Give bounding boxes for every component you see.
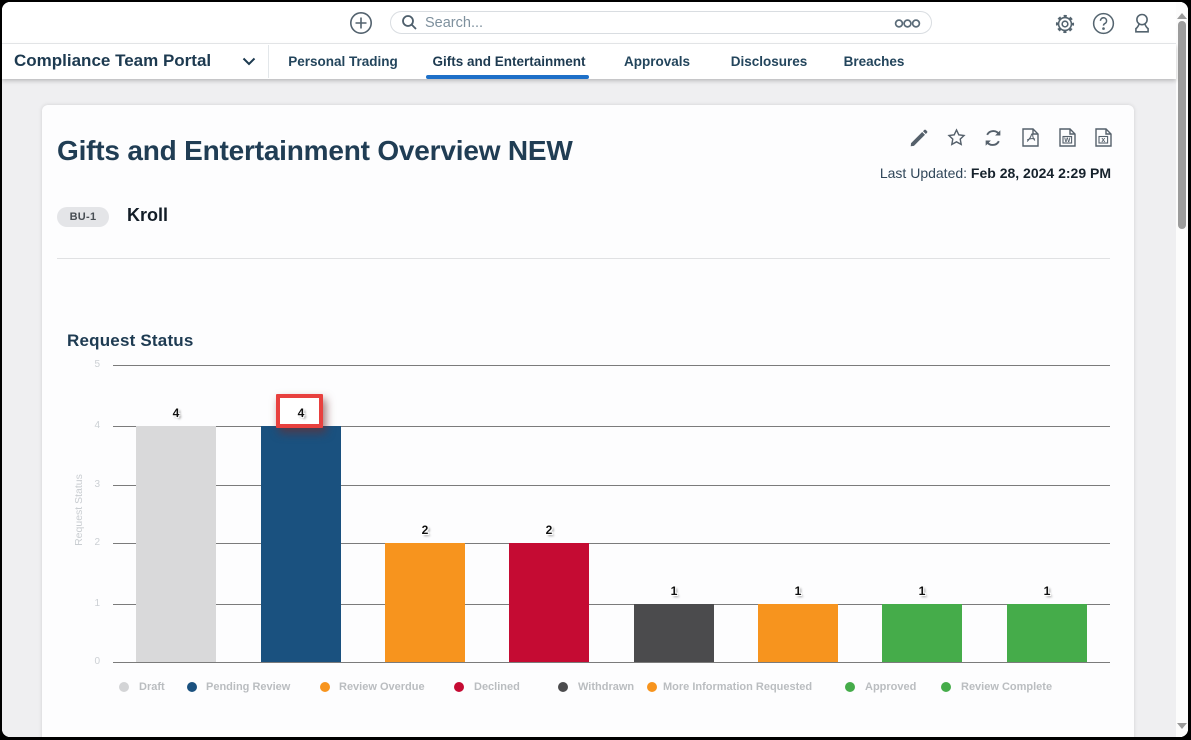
svg-text:W: W <box>1064 137 1071 144</box>
svg-text:x: x <box>1101 137 1105 144</box>
